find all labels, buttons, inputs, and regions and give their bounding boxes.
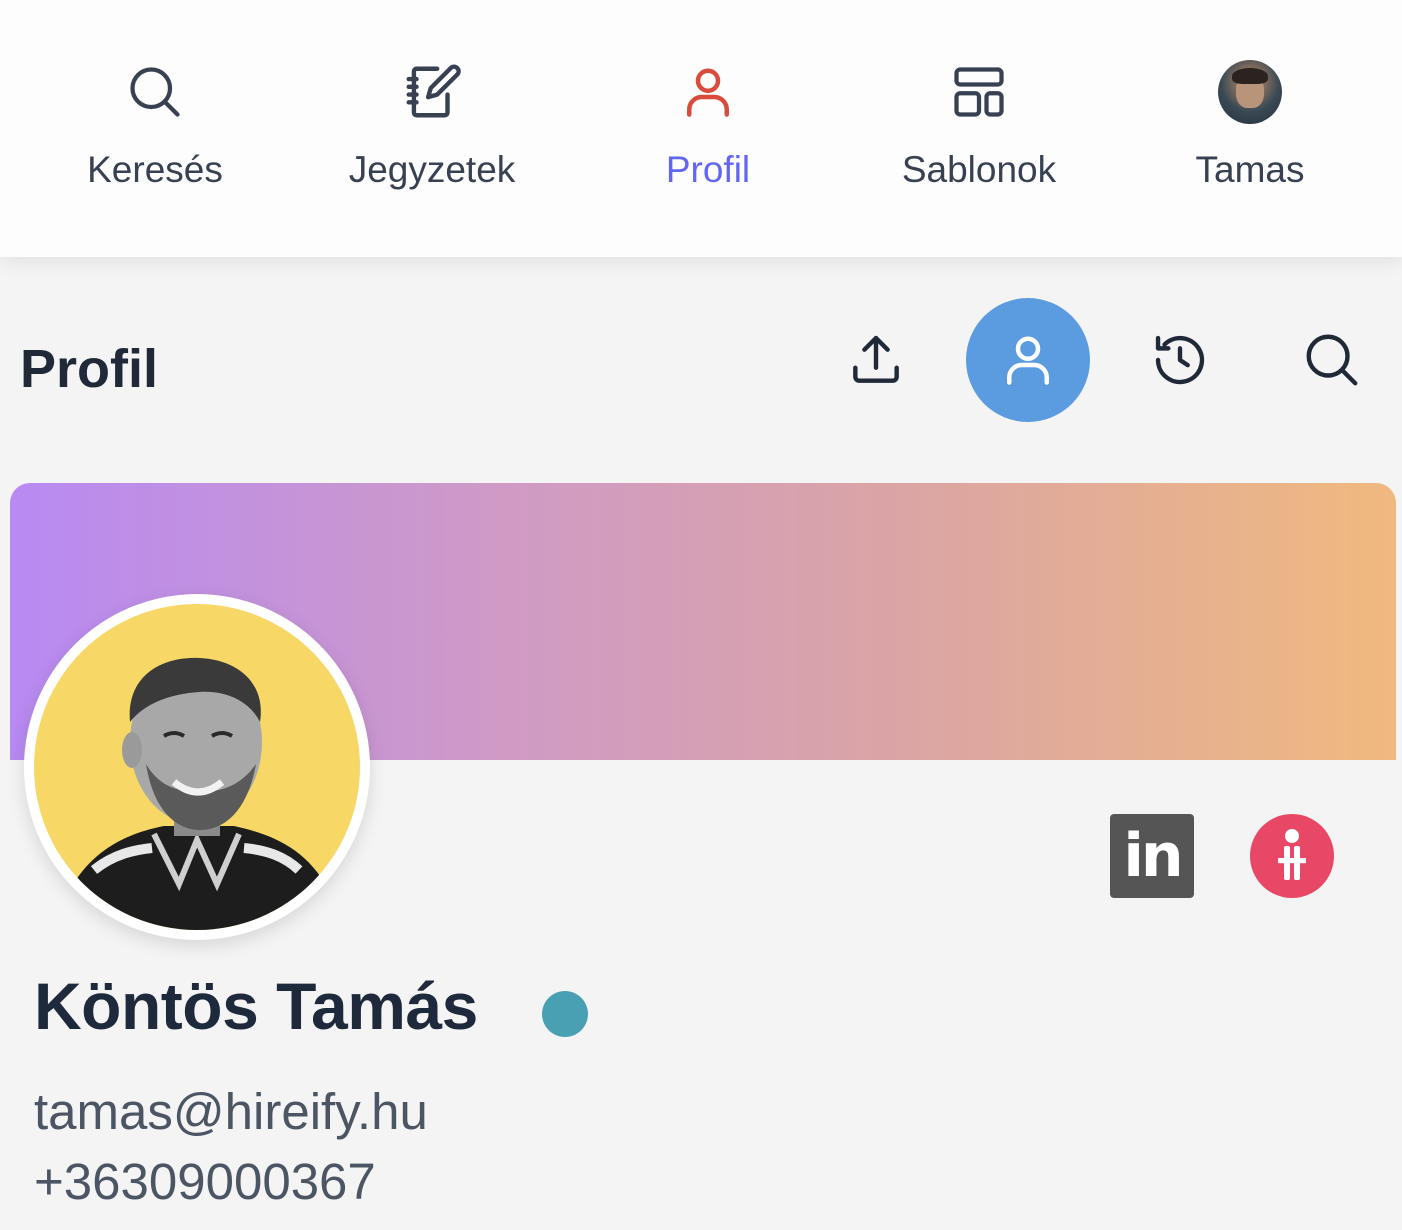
nav-item-search[interactable]: Keresés — [35, 60, 275, 210]
nav-item-templates[interactable]: Sablonok — [859, 60, 1099, 210]
history-button[interactable] — [1118, 298, 1242, 422]
user-icon — [1007, 336, 1049, 385]
upload-button[interactable] — [814, 298, 938, 422]
profile-photo — [34, 604, 360, 930]
linkedin-icon: in — [1123, 821, 1183, 891]
status-indicator — [542, 991, 588, 1037]
user-icon — [676, 60, 740, 124]
linkedin-link[interactable]: in — [1110, 814, 1194, 898]
page-title: Profil — [20, 339, 159, 399]
search-icon — [123, 60, 187, 124]
nav-label: Profil — [665, 149, 751, 190]
nav-label: Keresés — [87, 149, 223, 190]
nav-item-profile[interactable]: Profil — [588, 60, 828, 210]
nav-label: Jegyzetek — [348, 149, 516, 190]
avatar — [1218, 60, 1282, 124]
profile-button[interactable] — [966, 298, 1090, 422]
top-navigation: Keresés Jegyzetek Profil Sablonok Tamas — [0, 0, 1402, 257]
search-button[interactable] — [1270, 298, 1394, 422]
hireify-icon — [1278, 829, 1306, 880]
nav-label: Sablonok — [901, 149, 1057, 190]
nav-label: Tamas — [1195, 149, 1305, 190]
search-icon — [1306, 334, 1358, 386]
nav-item-notes[interactable]: Jegyzetek — [312, 60, 552, 210]
upload-icon — [853, 335, 899, 383]
profile-phone[interactable]: +36309000367 — [34, 1152, 376, 1211]
nav-item-account[interactable]: Tamas — [1130, 60, 1370, 210]
history-icon — [1155, 335, 1205, 385]
profile-avatar — [24, 594, 370, 940]
page-toolbar: Profil — [0, 296, 1402, 422]
hireify-link[interactable] — [1250, 814, 1334, 898]
templates-icon — [947, 60, 1011, 124]
profile-name: Köntös Tamás — [34, 969, 478, 1043]
notebook-icon — [400, 60, 464, 124]
avatar-wrapper — [1218, 60, 1282, 124]
profile-email[interactable]: tamas@hireify.hu — [34, 1082, 428, 1141]
